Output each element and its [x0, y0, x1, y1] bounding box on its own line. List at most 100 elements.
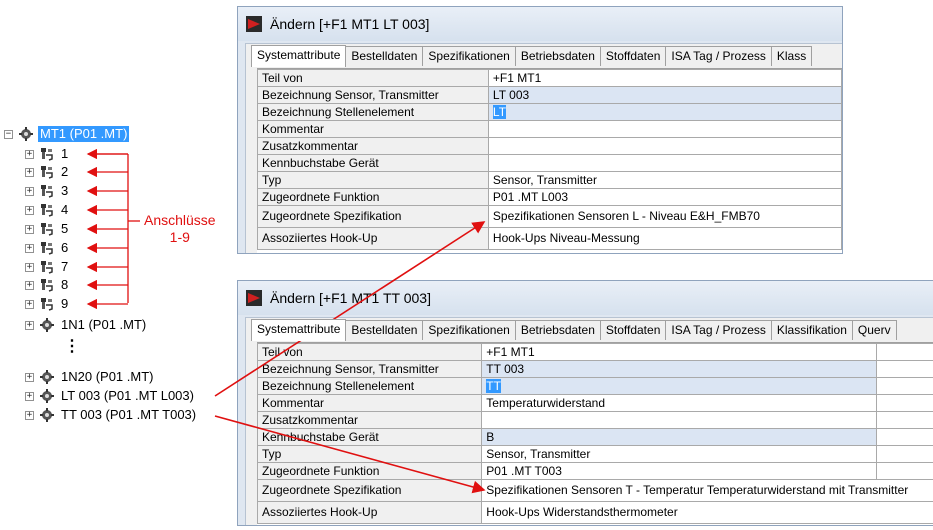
connector-plug-icon: [41, 185, 53, 198]
tab-betriebsdaten[interactable]: Betriebsdaten: [514, 46, 601, 66]
attribute-row[interactable]: Zugeordnete Funktion P01 .MT T003: [256, 462, 933, 480]
tab-betriebsdaten[interactable]: Betriebsdaten: [514, 320, 601, 340]
expand-icon[interactable]: +: [25, 243, 34, 253]
attribute-row[interactable]: Kennbuchstabe Gerät B: [256, 428, 933, 446]
tab-bestelldaten[interactable]: Bestelldaten: [345, 320, 424, 340]
attribute-value[interactable]: Temperaturwiderstand: [481, 394, 877, 412]
attribute-label: Kennbuchstabe Gerät: [256, 428, 483, 446]
expand-icon[interactable]: +: [25, 299, 34, 309]
tab-klassifikation[interactable]: Klassifikation: [770, 320, 853, 340]
attribute-row[interactable]: Kennbuchstabe Gerät: [257, 154, 842, 172]
attribute-row[interactable]: Assoziiertes Hook-Up Hook-Ups Widerstands…: [256, 501, 933, 524]
tree-node-connector-6[interactable]: +6: [25, 239, 70, 257]
tab-spezifikationen[interactable]: Spezifikationen: [422, 320, 516, 340]
attribute-value[interactable]: [487, 154, 842, 172]
tree-node-connector-9[interactable]: +9: [25, 295, 70, 313]
tree-node-connector-7[interactable]: +7: [25, 258, 70, 276]
connector-plug-icon: [41, 242, 53, 255]
attribute-row[interactable]: Teil von +F1 MT1: [257, 69, 842, 87]
attribute-value[interactable]: Spezifikationen Sensoren T - Temperatur …: [481, 479, 933, 502]
tab-systemattribute[interactable]: Systemattribute: [251, 45, 347, 67]
expand-icon[interactable]: +: [25, 224, 34, 234]
selected-text[interactable]: LT: [492, 104, 507, 119]
expand-icon[interactable]: +: [25, 149, 34, 159]
attribute-row[interactable]: Zugeordnete Funktion P01 .MT L003: [257, 188, 842, 206]
attribute-label: Zugeordnete Spezifikation: [256, 479, 483, 502]
tab-bestelldaten[interactable]: Bestelldaten: [345, 46, 424, 66]
tab-stoffdaten[interactable]: Stoffdaten: [599, 46, 667, 66]
tree-node-1n20[interactable]: +1N20 (P01 .MT): [25, 368, 155, 386]
attribute-row[interactable]: Zusatzkommentar: [257, 137, 842, 155]
attribute-label: Kennbuchstabe Gerät: [257, 154, 489, 172]
attribute-row[interactable]: Zugeordnete Spezifikation Spezifikationen…: [256, 479, 933, 502]
connection-annotation: Anschlüsse 1-9: [144, 212, 216, 246]
expand-icon[interactable]: +: [25, 320, 34, 330]
attribute-row[interactable]: Assoziiertes Hook-Up Hook-Ups Niveau-Mess…: [257, 227, 842, 250]
tree-node-connector-1[interactable]: +1: [25, 145, 70, 163]
tree-node-connector-8[interactable]: +8: [25, 276, 70, 294]
tree-node-1n1[interactable]: +1N1 (P01 .MT): [25, 316, 148, 334]
attribute-row[interactable]: Bezeichnung Sensor, Transmitter LT 003: [257, 86, 842, 104]
edit-dialog-lt003: Ändern [+F1 MT1 LT 003] Systemattribute B…: [237, 6, 843, 254]
tab-spezifikationen[interactable]: Spezifikationen: [422, 46, 516, 66]
attribute-value[interactable]: [487, 120, 842, 138]
tree-node-connector-4[interactable]: +4: [25, 201, 70, 219]
attribute-row[interactable]: Zusatzkommentar: [256, 411, 933, 429]
tree-node-lt003[interactable]: + LT 003 (P01 .MT L003): [25, 387, 196, 405]
attribute-value[interactable]: +F1 MT1: [487, 69, 842, 87]
attribute-row[interactable]: Kommentar Temperaturwiderstand: [256, 394, 933, 412]
attribute-value[interactable]: [487, 137, 842, 155]
expand-icon[interactable]: +: [25, 410, 34, 420]
attribute-row[interactable]: Zugeordnete Spezifikation Spezifikationen…: [257, 205, 842, 228]
project-tree: − MT1 (P01 .MT) +1 +2 +3 +4 +5 +6 +7 +8 +9 +1N1 (…: [0, 0, 240, 530]
attribute-row[interactable]: Kommentar: [257, 120, 842, 138]
attribute-value[interactable]: TT 003: [481, 360, 877, 378]
attribute-row[interactable]: Typ Sensor, Transmitter: [256, 445, 933, 463]
attribute-value[interactable]: LT: [487, 103, 842, 121]
tree-node-tt003[interactable]: + TT 003 (P01 .MT T003): [25, 406, 198, 424]
expand-icon[interactable]: +: [25, 372, 34, 382]
tree-node-connector-3[interactable]: +3: [25, 182, 70, 200]
expand-icon[interactable]: +: [25, 186, 34, 196]
attribute-value[interactable]: LT 003: [487, 86, 842, 104]
expand-icon[interactable]: +: [25, 280, 34, 290]
tree-node-connector-2[interactable]: +2: [25, 163, 70, 181]
attribute-label: Bezeichnung Stellenelement: [257, 103, 489, 121]
attribute-row[interactable]: Bezeichnung Sensor, Transmitter TT 003: [256, 360, 933, 378]
tab-isa-tag-prozess[interactable]: ISA Tag / Prozess: [665, 46, 772, 66]
attribute-value[interactable]: Sensor, Transmitter: [481, 445, 877, 463]
attribute-row[interactable]: Teil von +F1 MT1: [256, 343, 933, 361]
tree-node-root[interactable]: − MT1 (P01 .MT): [4, 125, 130, 143]
extra-cell: [875, 377, 933, 395]
expand-icon[interactable]: +: [25, 167, 34, 177]
tab-stoffdaten[interactable]: Stoffdaten: [599, 320, 667, 340]
attribute-value[interactable]: +F1 MT1: [481, 343, 877, 361]
attribute-value[interactable]: [481, 411, 877, 429]
attribute-value[interactable]: TT: [481, 377, 877, 395]
selected-text[interactable]: TT: [486, 378, 501, 393]
expand-icon[interactable]: +: [25, 391, 34, 401]
attribute-value[interactable]: Sensor, Transmitter: [487, 171, 842, 189]
attribute-value[interactable]: P01 .MT T003: [481, 462, 877, 480]
attribute-value[interactable]: Spezifikationen Sensoren L - Niveau E&H_…: [487, 205, 842, 228]
tab-isa-tag-prozess[interactable]: ISA Tag / Prozess: [665, 320, 772, 340]
attribute-label: Bezeichnung Stellenelement: [256, 377, 483, 395]
attribute-value[interactable]: B: [481, 428, 877, 446]
tab-querv[interactable]: Querv: [851, 320, 897, 340]
attribute-value[interactable]: Hook-Ups Widerstandsthermometer: [481, 501, 933, 524]
expand-icon[interactable]: +: [25, 205, 34, 215]
attribute-row[interactable]: Typ Sensor, Transmitter: [257, 171, 842, 189]
tab-klass[interactable]: Klass: [770, 46, 813, 66]
attribute-value[interactable]: P01 .MT L003: [487, 188, 842, 206]
attribute-value[interactable]: Hook-Ups Niveau-Messung: [487, 227, 842, 250]
tree-node-label: 6: [61, 240, 69, 255]
attribute-row[interactable]: Bezeichnung Stellenelement LT: [257, 103, 842, 121]
dialog-titlebar[interactable]: Ändern [+F1 MT1 TT 003]: [238, 281, 933, 315]
dialog-titlebar[interactable]: Ändern [+F1 MT1 LT 003]: [238, 7, 842, 41]
expand-icon[interactable]: +: [25, 262, 34, 272]
tree-node-connector-5[interactable]: +5: [25, 220, 70, 238]
tab-systemattribute[interactable]: Systemattribute: [251, 319, 347, 341]
attribute-label: Typ: [256, 445, 483, 463]
collapse-icon[interactable]: −: [4, 129, 13, 139]
attribute-row[interactable]: Bezeichnung Stellenelement TT: [256, 377, 933, 395]
